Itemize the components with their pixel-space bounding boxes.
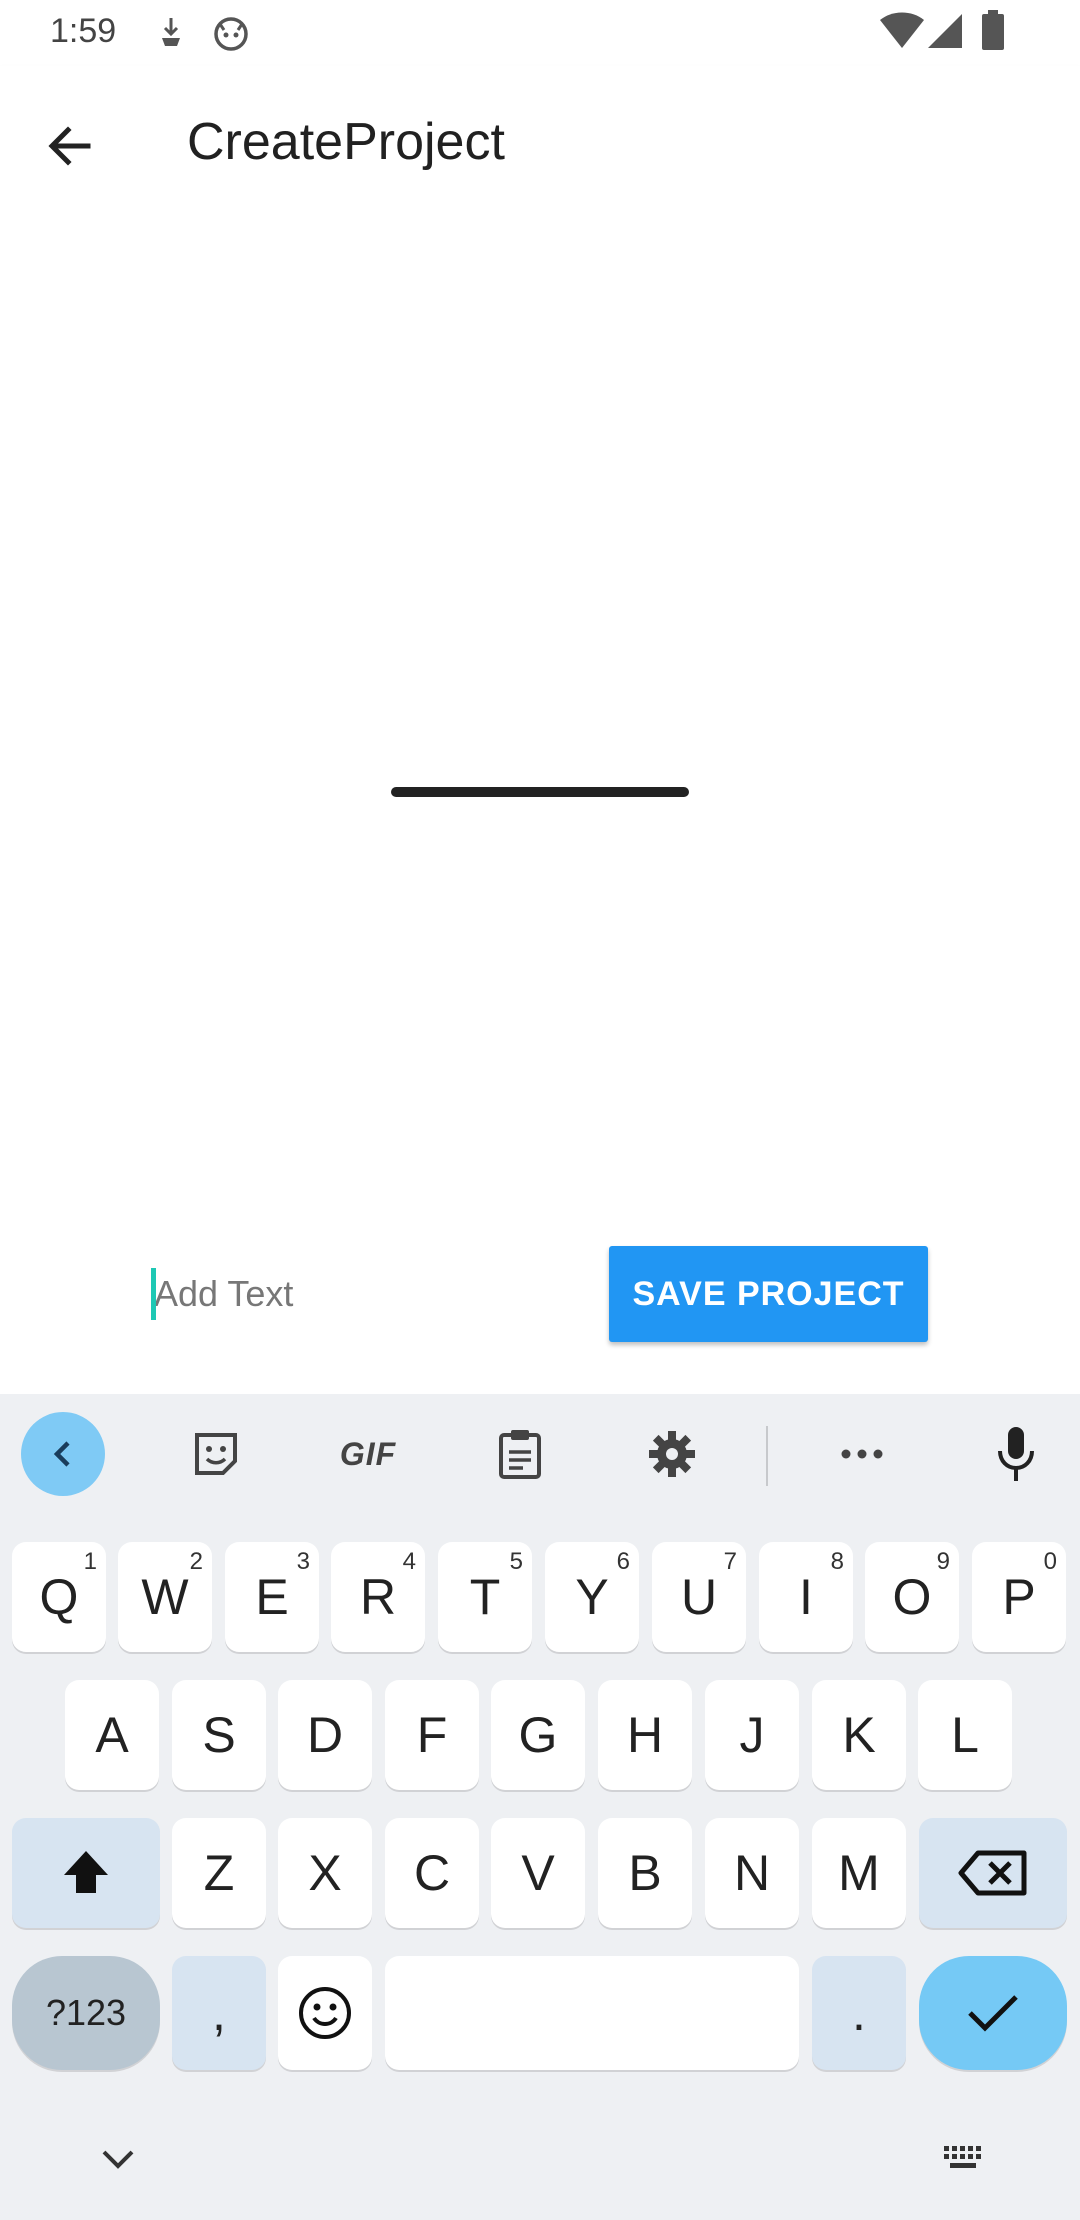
key-label: I [799, 1569, 813, 1625]
wifi-icon [880, 12, 924, 55]
keyboard-settings-button[interactable] [630, 1412, 714, 1496]
key-r[interactable]: R4 [331, 1542, 425, 1652]
gif-label: GIF [339, 1435, 397, 1472]
key-u[interactable]: U7 [652, 1542, 746, 1652]
key-b[interactable]: B [598, 1818, 692, 1928]
key-t[interactable]: T5 [438, 1542, 532, 1652]
key-l[interactable]: L [918, 1680, 1012, 1790]
key-g[interactable]: G [491, 1680, 585, 1790]
done-key[interactable] [919, 1956, 1067, 2070]
microphone-icon [998, 1427, 1034, 1481]
key-alt-label: 9 [936, 1548, 950, 1575]
more-options-button[interactable] [820, 1412, 904, 1496]
more-horizontal-icon [841, 1449, 883, 1459]
key-q[interactable]: Q1 [12, 1542, 106, 1652]
gif-button[interactable]: GIF [326, 1412, 410, 1496]
key-a[interactable]: A [65, 1680, 159, 1790]
key-label: P [1002, 1569, 1036, 1625]
key-alt-label: 2 [189, 1548, 203, 1575]
page-title: CreateProject [187, 113, 505, 171]
hide-keyboard-button[interactable] [100, 2148, 136, 2177]
key-label: Q [39, 1569, 79, 1625]
comma-key[interactable]: , [172, 1956, 266, 2070]
chevron-left-icon [53, 1441, 70, 1467]
key-h[interactable]: H [598, 1680, 692, 1790]
status-bar: 1:59 [0, 0, 1080, 66]
key-alt-label: 1 [83, 1548, 97, 1575]
key-y[interactable]: Y6 [545, 1542, 639, 1652]
backspace-key[interactable] [919, 1818, 1067, 1928]
key-e[interactable]: E3 [225, 1542, 319, 1652]
key-label: E [255, 1569, 289, 1625]
project-canvas [0, 218, 1080, 1394]
key-alt-label: 8 [830, 1548, 844, 1575]
key-alt-label: 5 [509, 1548, 523, 1575]
key-alt-label: 3 [296, 1548, 310, 1575]
key-m[interactable]: M [812, 1818, 906, 1928]
navigation-bar [0, 2116, 1080, 2220]
shift-icon [64, 1851, 108, 1893]
key-j[interactable]: J [705, 1680, 799, 1790]
key-v[interactable]: V [491, 1818, 585, 1928]
soft-keyboard: GIF Q1 W2 E3 R4 T5 Y6 U7 I8 O9 P0 A S D … [0, 1394, 1080, 2220]
key-f[interactable]: F [385, 1680, 479, 1790]
save-project-button[interactable]: SAVE PROJECT [609, 1246, 928, 1342]
key-k[interactable]: K [812, 1680, 906, 1790]
arrow-back-icon [48, 126, 91, 166]
key-label: T [469, 1569, 501, 1625]
emoji-icon [299, 1987, 351, 2039]
backspace-icon [958, 1850, 1027, 1896]
add-text-input[interactable] [150, 1264, 494, 1324]
cellular-signal-icon [928, 12, 964, 55]
period-key[interactable]: . [812, 1956, 906, 2070]
key-x[interactable]: X [278, 1818, 372, 1928]
voice-input-button[interactable] [974, 1412, 1058, 1496]
home-gesture-bar[interactable] [391, 787, 689, 797]
toolbar-divider [766, 1426, 768, 1486]
status-time: 1:59 [50, 12, 117, 50]
key-alt-label: 0 [1043, 1548, 1057, 1575]
key-w[interactable]: W2 [118, 1542, 212, 1652]
back-button[interactable] [30, 106, 110, 186]
collapse-toolbar-button[interactable] [21, 1412, 105, 1496]
key-alt-label: 4 [402, 1548, 416, 1575]
cat-face-icon [212, 14, 250, 57]
text-cursor [151, 1268, 156, 1320]
key-alt-label: 7 [723, 1548, 737, 1575]
key-s[interactable]: S [172, 1680, 266, 1790]
key-alt-label: 6 [616, 1548, 630, 1575]
key-label: Y [575, 1569, 609, 1625]
key-label: R [359, 1569, 397, 1625]
key-label: O [892, 1569, 932, 1625]
key-o[interactable]: O9 [865, 1542, 959, 1652]
space-key[interactable] [385, 1956, 799, 2070]
battery-icon [980, 10, 1006, 57]
download-indicator-icon [156, 14, 186, 55]
symbols-key[interactable]: ?123 [12, 1956, 160, 2070]
keyboard-toolbar: GIF [0, 1394, 1080, 1520]
key-n[interactable]: N [705, 1818, 799, 1928]
sticker-button[interactable] [174, 1412, 258, 1496]
checkmark-icon [968, 1995, 1018, 2032]
key-label: W [141, 1569, 189, 1625]
key-i[interactable]: I8 [759, 1542, 853, 1652]
clipboard-icon [499, 1430, 541, 1479]
chevron-down-icon [102, 2150, 134, 2169]
switch-keyboard-button[interactable] [942, 2144, 986, 2179]
keyboard-icon [944, 2146, 981, 2168]
key-p[interactable]: P0 [972, 1542, 1066, 1652]
clipboard-button[interactable] [478, 1412, 562, 1496]
app-bar: CreateProject [0, 66, 1080, 218]
key-d[interactable]: D [278, 1680, 372, 1790]
sticker-icon [195, 1433, 237, 1475]
gear-icon [649, 1431, 695, 1477]
key-z[interactable]: Z [172, 1818, 266, 1928]
shift-key[interactable] [12, 1818, 160, 1928]
emoji-key[interactable] [278, 1956, 372, 2070]
key-label: U [680, 1569, 718, 1625]
key-c[interactable]: C [385, 1818, 479, 1928]
